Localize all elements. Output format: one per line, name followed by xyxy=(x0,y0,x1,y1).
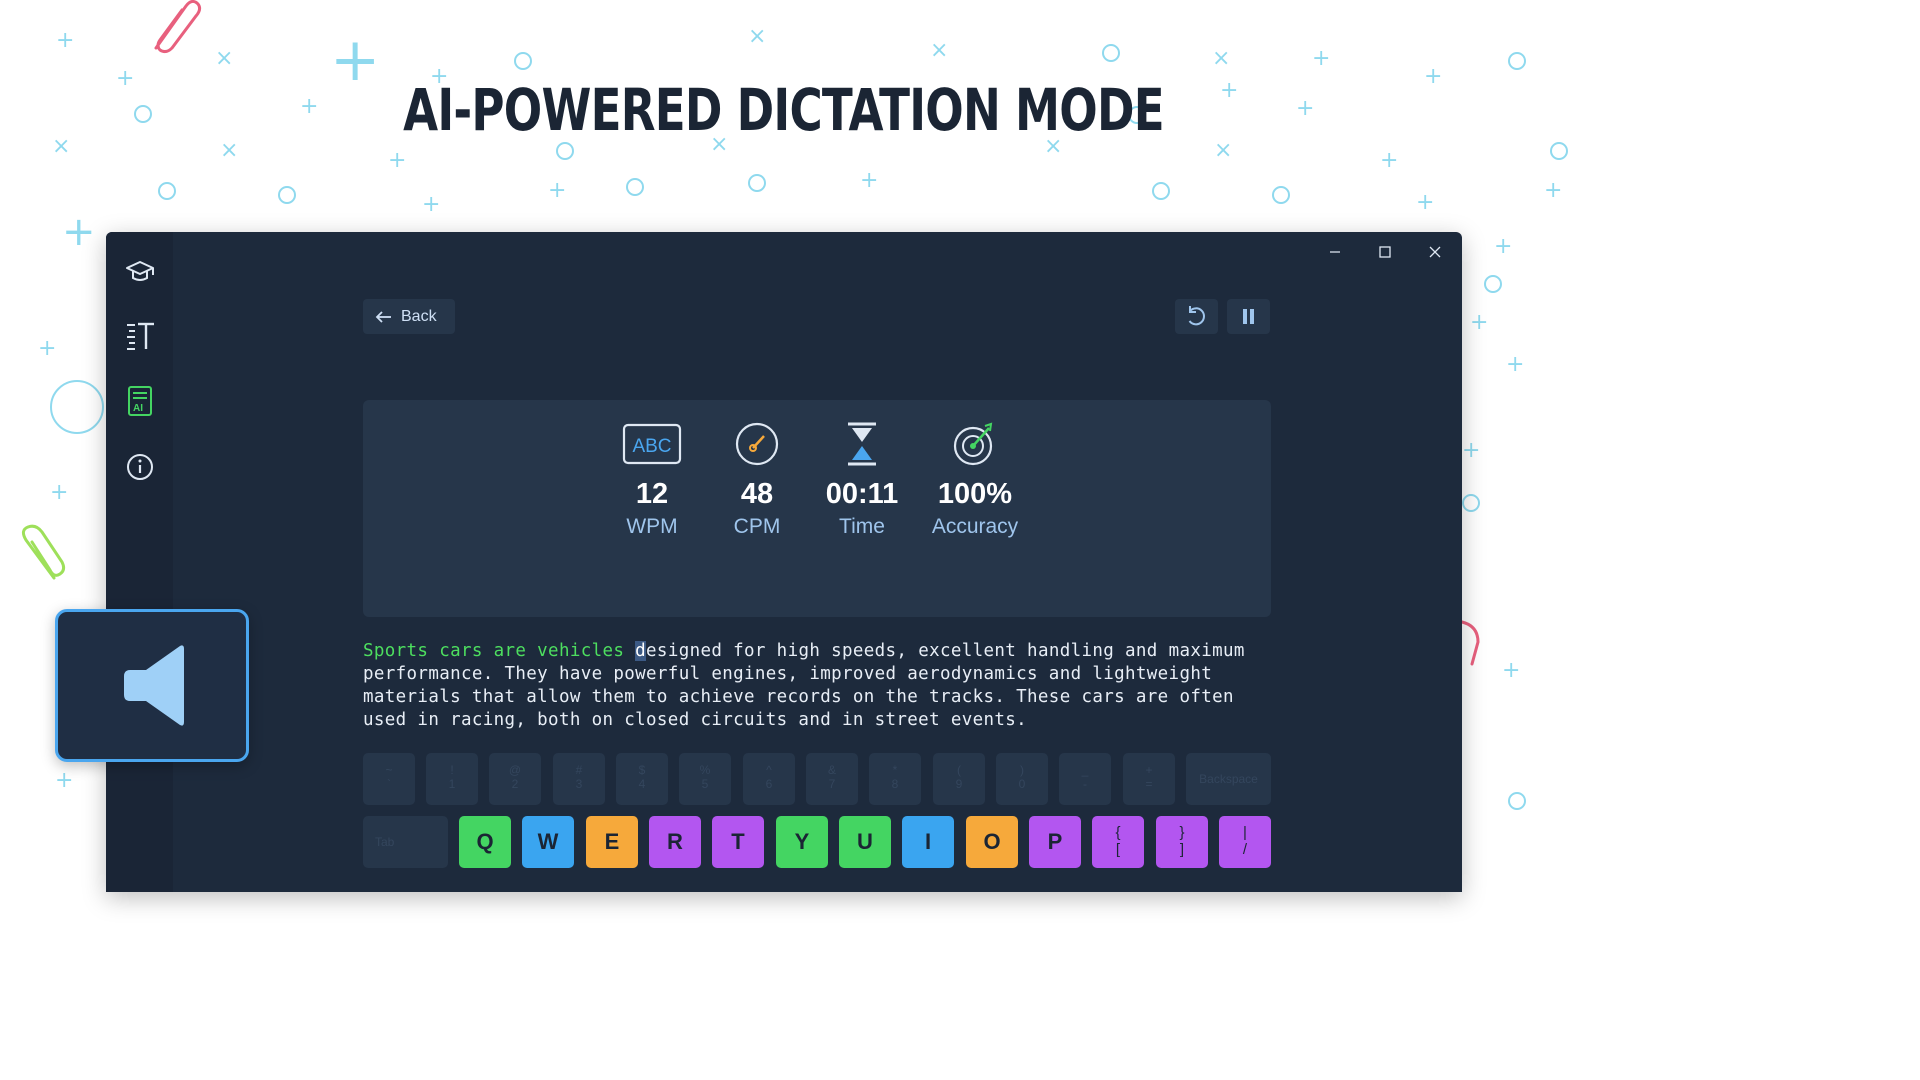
accuracy-value: 100% xyxy=(937,478,1013,510)
key-i[interactable]: I xyxy=(902,816,954,868)
hourglass-icon xyxy=(848,422,876,466)
key-7[interactable]: & 7 xyxy=(806,753,858,805)
abc-icon: ABC xyxy=(622,423,682,465)
key-y[interactable]: Y xyxy=(776,816,828,868)
text-line4: used in racing, both on closed circuits … xyxy=(363,710,1028,730)
key-open-bracket[interactable]: {[ xyxy=(1092,816,1144,868)
time-label: Time xyxy=(839,515,885,538)
key-4[interactable]: $4 xyxy=(616,753,668,805)
key-close-bracket[interactable]: }] xyxy=(1156,816,1208,868)
key-e[interactable]: E xyxy=(586,816,638,868)
close-icon[interactable] xyxy=(1417,240,1453,264)
text-size-icon[interactable] xyxy=(123,318,157,352)
time-value: 00:11 xyxy=(825,478,899,510)
cpm-label: CPM xyxy=(733,515,781,538)
key-p[interactable]: P xyxy=(1029,816,1081,868)
page-headline: AI-POWERED DICTATION MODE xyxy=(403,76,1164,144)
key-6[interactable]: ^ 6 xyxy=(743,753,795,805)
current-character: d xyxy=(635,641,647,661)
wpm-label: WPM xyxy=(626,515,678,538)
info-icon[interactable] xyxy=(123,450,157,484)
typed-text: Sports cars are vehicles xyxy=(363,641,636,661)
stat-accuracy: 100% Accuracy xyxy=(915,422,1035,539)
target-icon xyxy=(953,422,993,466)
key-2[interactable]: @2 xyxy=(489,753,541,805)
ai-document-icon[interactable]: AI xyxy=(123,384,157,418)
wpm-value: 12 xyxy=(635,478,669,510)
svg-text:ABC: ABC xyxy=(632,436,671,457)
stat-cpm: 48 CPM xyxy=(697,422,817,539)
pause-icon xyxy=(1243,309,1254,324)
minimize-icon[interactable] xyxy=(1317,240,1353,264)
key-q[interactable]: Q xyxy=(459,816,511,868)
svg-text:AI: AI xyxy=(133,403,143,414)
key-equals[interactable]: + = xyxy=(1123,753,1175,805)
key-pipe[interactable]: | / xyxy=(1219,816,1271,868)
stats-panel: ABC 12 WPM 48 CPM 00:11 Time 100% Accura… xyxy=(363,400,1271,617)
arrow-left-icon xyxy=(375,310,391,323)
key-tab[interactable]: Tab xyxy=(363,816,448,868)
key-o[interactable]: O xyxy=(966,816,1018,868)
stat-time: 00:11 Time xyxy=(802,422,922,539)
restart-icon xyxy=(1188,306,1205,326)
key-minus[interactable]: _ - xyxy=(1059,753,1111,805)
cpm-value: 48 xyxy=(740,478,774,510)
sidebar: AI xyxy=(106,232,173,892)
key-w[interactable]: W xyxy=(522,816,574,868)
key-backtick[interactable]: ~ ` xyxy=(363,753,415,805)
maximize-icon[interactable] xyxy=(1367,240,1403,264)
key-8[interactable]: * 8 xyxy=(869,753,921,805)
remaining-text-line1: esigned for high speeds, excellent handl… xyxy=(646,641,1245,661)
key-t[interactable]: T xyxy=(712,816,764,868)
dictation-text: Sports cars are vehicles designed for hi… xyxy=(363,640,1273,732)
key-backspace[interactable]: Backspace xyxy=(1186,753,1271,805)
key-5[interactable]: % 5 xyxy=(679,753,731,805)
accuracy-label: Accuracy xyxy=(931,515,1019,538)
text-line3: materials that allow them to achieve rec… xyxy=(363,687,1234,707)
speaker-icon xyxy=(124,645,184,726)
key-1[interactable]: ! 1 xyxy=(426,753,478,805)
speedometer-icon xyxy=(735,422,779,466)
key-u[interactable]: U xyxy=(839,816,891,868)
play-audio-button[interactable] xyxy=(55,609,249,762)
app-window: AI Back ABC 12 WPM 48 CPM 00:11 Time 100… xyxy=(106,232,1462,892)
key-9[interactable]: (9 xyxy=(933,753,985,805)
back-button[interactable]: Back xyxy=(363,299,455,334)
back-button-label: Back xyxy=(401,307,437,325)
restart-button[interactable] xyxy=(1175,299,1218,334)
graduation-cap-icon[interactable] xyxy=(123,254,157,288)
pause-button[interactable] xyxy=(1227,299,1270,334)
key-0[interactable]: ) 0 xyxy=(996,753,1048,805)
key-r[interactable]: R xyxy=(649,816,701,868)
stat-wpm: ABC 12 WPM xyxy=(592,422,712,539)
text-line2: performance. They have powerful engines,… xyxy=(363,664,1213,684)
key-3[interactable]: #3 xyxy=(553,753,605,805)
